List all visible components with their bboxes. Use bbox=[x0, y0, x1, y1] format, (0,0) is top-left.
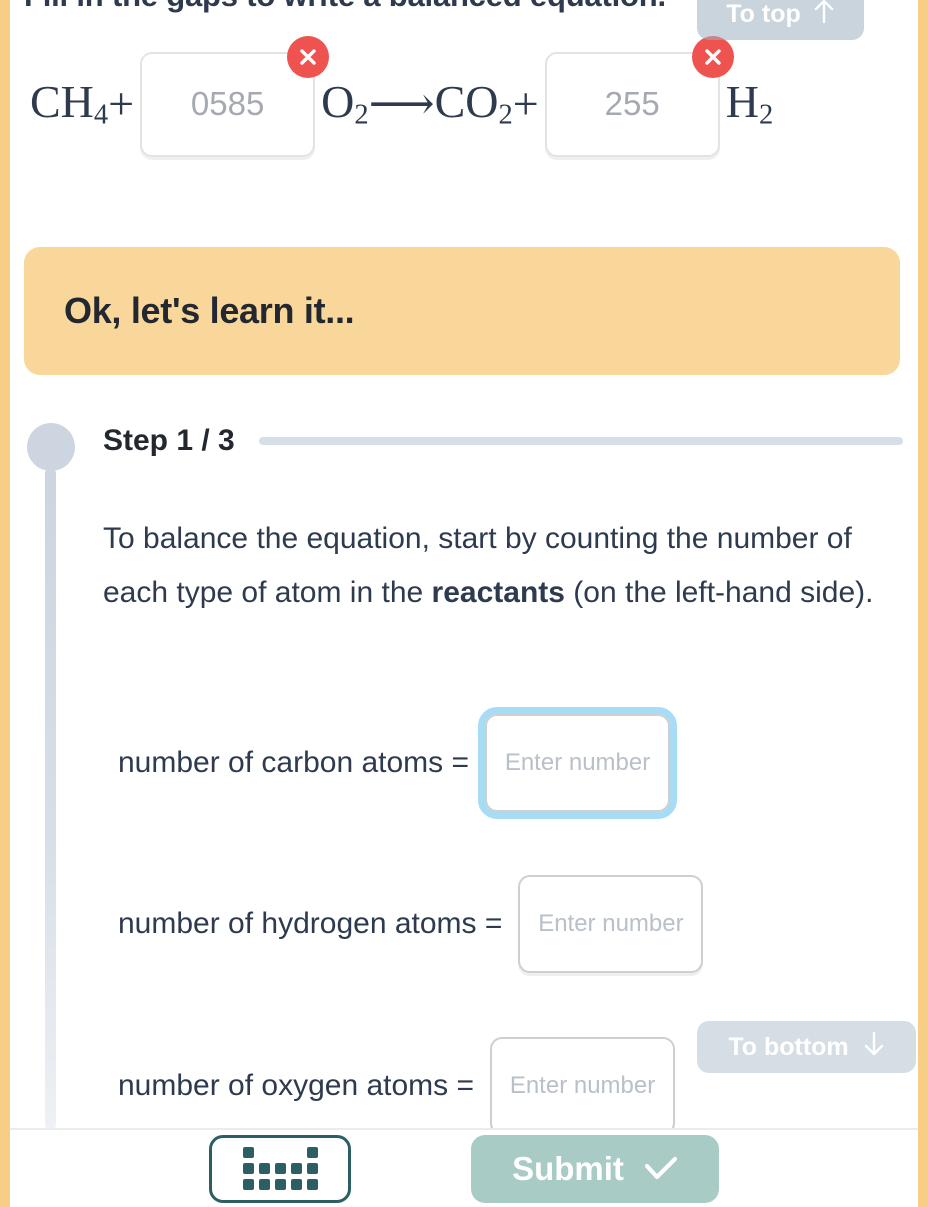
scroll-content-area[interactable]: Fill in the gaps to write a balanced equ… bbox=[10, 0, 918, 1128]
equation-blank-1-wrapper: 0585 bbox=[140, 35, 330, 157]
submit-button[interactable]: Submit bbox=[471, 1134, 719, 1203]
product-water: H2 bbox=[725, 75, 774, 130]
learn-banner-text: Ok, let's learn it... bbox=[64, 290, 355, 331]
reactant-methane: CH4 bbox=[30, 75, 109, 130]
keyboard-toggle-button[interactable] bbox=[209, 1134, 351, 1203]
step-timeline-dot bbox=[27, 423, 75, 471]
carbon-atoms-label: number of carbon atoms = bbox=[118, 746, 470, 779]
scroll-to-top-label: To top bbox=[726, 0, 801, 28]
submit-button-label: Submit bbox=[512, 1149, 624, 1187]
plus-sign-2: + bbox=[512, 78, 539, 129]
learn-banner: Ok, let's learn it... bbox=[24, 247, 900, 375]
check-icon bbox=[644, 1156, 678, 1182]
step-counter-label: Step 1 / 3 bbox=[103, 424, 235, 457]
atom-row-oxygen: number of oxygen atoms = Enter number bbox=[118, 1032, 676, 1128]
step-text-bold: reactants bbox=[431, 576, 565, 609]
oxygen-atoms-label: number of oxygen atoms = bbox=[118, 1069, 475, 1102]
scroll-to-bottom-label: To bottom bbox=[728, 1032, 849, 1061]
reactant-oxygen: O2 bbox=[321, 75, 369, 130]
scroll-to-bottom-button[interactable]: To bottom bbox=[697, 1021, 916, 1073]
app-frame: Fill in the gaps to write a balanced equ… bbox=[0, 0, 928, 1207]
carbon-atoms-input[interactable]: Enter number bbox=[478, 707, 678, 819]
atom-row-carbon: number of carbon atoms = Enter number bbox=[118, 707, 678, 819]
step-header: Step 1 / 3 bbox=[103, 424, 903, 458]
atom-row-hydrogen: number of hydrogen atoms = Enter number bbox=[118, 870, 704, 978]
oxygen-atoms-input[interactable]: Enter number bbox=[490, 1037, 676, 1128]
arrow-up-icon bbox=[813, 0, 835, 31]
step-instruction-text: To balance the equation, start by counti… bbox=[103, 512, 903, 620]
equation-blank-2-input[interactable]: 255 bbox=[544, 51, 720, 157]
keyboard-icon bbox=[242, 1147, 318, 1190]
plus-sign-1: + bbox=[108, 78, 135, 129]
hydrogen-atoms-input[interactable]: Enter number bbox=[518, 875, 704, 973]
incorrect-badge-1 bbox=[287, 35, 330, 78]
bottom-action-bar: Submit bbox=[10, 1128, 918, 1207]
equation-blank-2-wrapper: 255 bbox=[544, 35, 734, 157]
arrow-down-icon bbox=[863, 1031, 885, 1064]
step-divider bbox=[258, 437, 903, 445]
hydrogen-atoms-label: number of hydrogen atoms = bbox=[118, 907, 503, 940]
scroll-to-top-button[interactable]: To top bbox=[697, 0, 864, 40]
incorrect-badge-2 bbox=[691, 35, 734, 78]
step-timeline-line bbox=[45, 468, 56, 1128]
product-carbon-dioxide: CO2 bbox=[434, 75, 513, 130]
reaction-arrow-icon: ⟶ bbox=[368, 78, 435, 129]
balanced-equation: CH4 + 0585 O2 ⟶ CO2 + 255 H2 bbox=[30, 35, 918, 164]
step-text-part-2: (on the left-hand side). bbox=[564, 576, 874, 609]
